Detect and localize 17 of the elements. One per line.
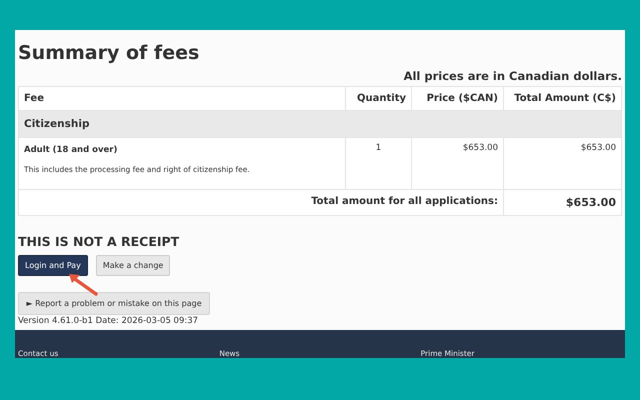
column-header: Quantity [346,86,412,110]
table-cell: $653.00 [504,138,622,190]
group-header: Citizenship [18,110,622,138]
page-title: Summary of fees [18,42,200,64]
column-header: Price ($CAN) [412,86,504,110]
column-header: Fee [18,86,346,110]
column-header: Total Amount (C$) [504,86,622,110]
total-value: $653.00 [504,190,622,216]
table-cell: $653.00 [412,138,504,190]
table-cell: 1 [346,138,412,190]
total-label: Total amount for all applications: [18,190,504,216]
version-text: Version 4.61.0-b1 Date: 2026-03-05 09:37 [18,316,200,326]
receipt-notice: THIS IS NOT A RECEIPT [18,234,180,249]
currency-note: All prices are in Canadian dollars. [402,69,622,83]
login-pay-button[interactable]: Login and Pay [18,255,88,276]
report-problem-button[interactable]: ► Report a problem or mistake on this page [18,292,210,315]
change-button[interactable]: Make a change [96,255,170,276]
